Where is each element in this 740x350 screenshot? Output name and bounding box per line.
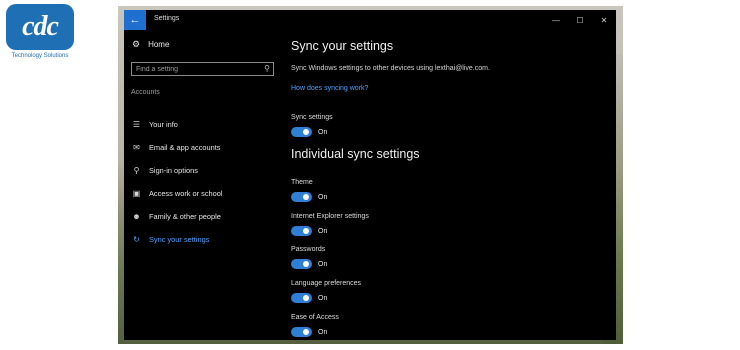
toggle-state: On: [318, 128, 328, 136]
logo-mark: cdc: [22, 11, 59, 42]
theme-toggle[interactable]: [291, 192, 312, 202]
search-icon[interactable]: ⚲: [264, 64, 270, 73]
sidebar: ⚙ Home ⚲ Accounts ☰ Your info ✉ Email & …: [124, 30, 284, 340]
sync-settings-label: Sync settings: [291, 114, 333, 121]
help-link[interactable]: How does syncing work?: [291, 85, 368, 92]
main-content: Sync your settings Sync Windows settings…: [291, 30, 611, 340]
sidebar-item-label: Sign-in options: [149, 166, 198, 175]
ie-settings-toggle[interactable]: [291, 226, 312, 236]
ease-of-access-toggle-row: On: [291, 327, 327, 337]
ie-settings-toggle-row: On: [291, 226, 327, 236]
ease-of-access-label: Ease of Access: [291, 314, 339, 321]
home-label: Home: [148, 40, 170, 49]
sidebar-item-label: Email & app accounts: [149, 143, 221, 152]
settings-window: ← Settings — ☐ ✕ ⚙ Home ⚲ Accounts ☰ You…: [124, 10, 616, 340]
toggle-knob: [303, 329, 309, 335]
toggle-knob: [303, 228, 309, 234]
sidebar-item-label: Your info: [149, 120, 178, 129]
briefcase-icon: ▣: [132, 189, 141, 198]
gear-icon: ⚙: [132, 39, 141, 49]
sidebar-item-label: Family & other people: [149, 212, 221, 221]
close-icon: ✕: [600, 15, 608, 25]
toggle-state: On: [318, 260, 328, 268]
back-button[interactable]: ←: [124, 10, 146, 30]
passwords-label: Passwords: [291, 246, 326, 253]
search-box: ⚲: [131, 62, 274, 76]
window-title: Settings: [154, 15, 180, 22]
search-input[interactable]: [136, 64, 256, 75]
section-heading-accounts: Accounts: [131, 89, 160, 96]
back-arrow-icon: ←: [129, 14, 141, 26]
key-icon: ⚲: [133, 166, 140, 175]
maximize-icon: ☐: [576, 15, 584, 25]
sync-settings-toggle-row: On: [291, 127, 327, 137]
logo-badge: cdc: [6, 4, 74, 50]
language-preferences-toggle-row: On: [291, 293, 327, 303]
ease-of-access-toggle[interactable]: [291, 327, 312, 337]
maximize-button[interactable]: ☐: [568, 10, 592, 30]
language-preferences-label: Language preferences: [291, 280, 362, 287]
sidebar-item-label: Sync your settings: [149, 235, 210, 244]
sidebar-item-sign-in-options[interactable]: ⚲ Sign-in options: [132, 166, 198, 175]
cdc-logo: cdc Technology Solutions: [4, 4, 74, 62]
theme-toggle-row: On: [291, 192, 327, 202]
theme-label: Theme: [291, 179, 313, 186]
mail-icon: ✉: [133, 143, 140, 152]
person-card-icon: ☰: [132, 120, 141, 129]
toggle-state: On: [318, 294, 328, 302]
ie-settings-label: Internet Explorer settings: [291, 213, 369, 220]
sync-settings-toggle[interactable]: [291, 127, 312, 137]
passwords-toggle-row: On: [291, 259, 327, 269]
toggle-state: On: [318, 193, 328, 201]
toggle-state: On: [318, 227, 328, 235]
sync-description: Sync Windows settings to other devices u…: [291, 65, 490, 72]
sidebar-item-your-info[interactable]: ☰ Your info: [132, 120, 178, 129]
sidebar-item-access-work[interactable]: ▣ Access work or school: [132, 189, 223, 198]
logo-tagline: Technology Solutions: [11, 53, 69, 59]
sidebar-item-sync-settings[interactable]: ↻ Sync your settings: [132, 235, 209, 244]
minimize-button[interactable]: —: [544, 10, 568, 30]
minimize-icon: —: [552, 15, 560, 25]
sidebar-item-family[interactable]: ☻ Family & other people: [132, 212, 221, 221]
page-title: Sync your settings: [291, 39, 394, 53]
sidebar-item-email-accounts[interactable]: ✉ Email & app accounts: [132, 143, 220, 152]
language-preferences-toggle[interactable]: [291, 293, 312, 303]
sidebar-item-label: Access work or school: [149, 189, 223, 198]
toggle-knob: [303, 295, 309, 301]
individual-sync-title: Individual sync settings: [291, 147, 420, 161]
sidebar-item-home[interactable]: ⚙ Home: [132, 39, 169, 50]
toggle-knob: [303, 129, 309, 135]
toggle-knob: [303, 194, 309, 200]
window-controls: — ☐ ✕: [544, 10, 616, 30]
sync-icon: ↻: [133, 235, 140, 244]
person-icon: ☻: [132, 212, 141, 221]
close-button[interactable]: ✕: [592, 10, 616, 30]
passwords-toggle[interactable]: [291, 259, 312, 269]
toggle-state: On: [318, 328, 328, 336]
title-bar: ← Settings — ☐ ✕: [124, 10, 616, 30]
toggle-knob: [303, 261, 309, 267]
